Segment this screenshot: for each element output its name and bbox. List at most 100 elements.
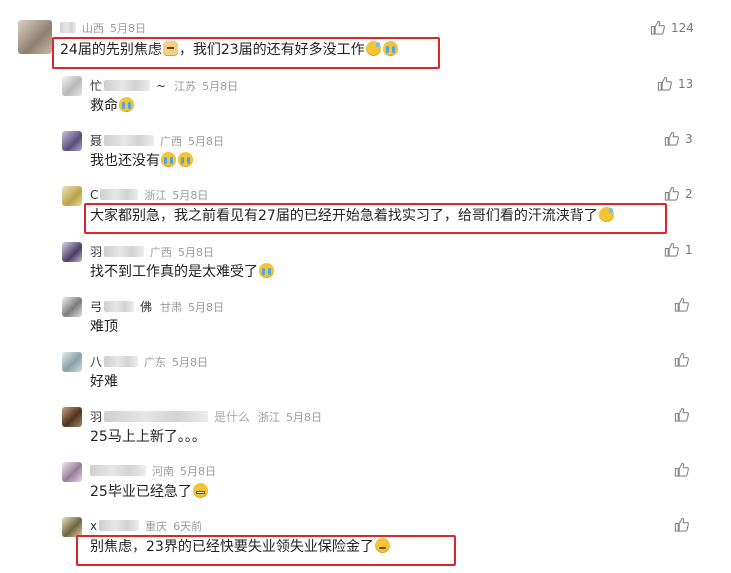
comment-location: 河南 [152, 465, 174, 478]
avatar[interactable] [62, 186, 82, 206]
like-count: 124 [671, 20, 694, 35]
comment-location: 浙江 [258, 411, 281, 424]
like-button[interactable]: 3 [664, 131, 693, 146]
comment-date: 5月8日 [178, 246, 215, 259]
username[interactable]: 忙 [90, 79, 102, 93]
highlight-box [84, 203, 667, 234]
username-redacted[interactable] [104, 356, 139, 367]
comment-text: 25马上上新了。。。 [90, 429, 206, 445]
crying-emoji-icon [119, 97, 134, 112]
thumbs-up-icon [674, 407, 689, 422]
like-button[interactable] [674, 297, 689, 312]
comment-meta: C 浙江 5月8日 [90, 187, 208, 203]
username-suffix: 佛 [140, 300, 153, 314]
username-redacted[interactable] [104, 80, 151, 91]
like-button[interactable]: 1 [664, 242, 693, 257]
crying-emoji-icon [178, 152, 193, 167]
username-redacted[interactable] [99, 520, 140, 531]
avatar[interactable] [62, 517, 82, 537]
username-redacted[interactable] [104, 246, 145, 257]
like-button[interactable]: 13 [657, 76, 693, 91]
username-redacted[interactable] [104, 301, 135, 312]
comment-meta: 羽 是什么 浙江 5月8日 [90, 408, 322, 425]
username-redacted[interactable] [90, 465, 146, 476]
like-button[interactable] [674, 407, 689, 422]
avatar[interactable] [62, 297, 82, 317]
avatar[interactable] [62, 462, 82, 482]
comment-meta: 羽 广西 5月8日 [90, 243, 214, 260]
highlight-box [76, 535, 456, 566]
comment-location: 广东 [144, 356, 167, 369]
comment-location: 甘肃 [160, 301, 183, 314]
avatar[interactable] [62, 76, 82, 96]
comment-meta: 河南 5月8日 [90, 463, 216, 479]
username[interactable]: 羽 [90, 410, 102, 424]
like-count: 2 [685, 186, 693, 201]
crying-emoji-icon [259, 263, 274, 278]
thumbs-up-icon [674, 297, 689, 312]
highlight-box [52, 37, 440, 69]
username[interactable]: 弓 [90, 300, 102, 314]
comment-meta: x 重庆 6天前 [90, 518, 202, 534]
like-button[interactable] [674, 352, 689, 367]
thumbs-up-icon [657, 76, 672, 91]
like-count: 3 [685, 131, 693, 146]
avatar[interactable] [62, 131, 82, 151]
like-button[interactable]: 2 [664, 186, 693, 201]
comment-meta: 忙 ~ 江苏 5月8日 [90, 77, 238, 94]
username[interactable]: C [90, 188, 98, 202]
username[interactable]: x [90, 519, 97, 533]
username-redacted[interactable] [100, 189, 139, 200]
comment-date: 5月8日 [286, 411, 323, 424]
thumbs-up-icon [674, 352, 689, 367]
username[interactable]: 羽 [90, 245, 102, 259]
thumbs-up-icon [674, 517, 689, 532]
thumbs-up-icon [664, 131, 679, 146]
comment-meta: 山西 5月8日 [60, 20, 146, 36]
comment-text: 救命 [90, 96, 135, 116]
like-button[interactable] [674, 462, 689, 477]
like-count: 1 [685, 242, 693, 257]
comment-location: 江苏 [174, 80, 197, 93]
comment-date: 6天前 [173, 520, 203, 533]
crying-emoji-icon [161, 152, 176, 167]
username-redacted[interactable] [60, 22, 76, 33]
comment-text: 难顶 [90, 319, 118, 335]
username-redacted[interactable] [104, 411, 209, 422]
username[interactable]: 聂 [90, 134, 102, 148]
username-redacted[interactable] [104, 135, 155, 146]
username[interactable]: 八 [90, 355, 102, 369]
avatar[interactable] [62, 352, 82, 372]
thumbs-up-icon [664, 186, 679, 201]
comment-date: 5月8日 [172, 356, 209, 369]
avatar[interactable] [62, 242, 82, 262]
thumbs-up-icon [650, 20, 665, 35]
comment-location: 重庆 [145, 520, 168, 533]
comment-date: 5月8日 [188, 135, 225, 148]
like-button[interactable]: 124 [650, 20, 694, 35]
comment-meta: 弓 佛甘肃 5月8日 [90, 298, 224, 315]
comment-text: 我也还没有 [90, 151, 194, 171]
comment-date: 5月8日 [180, 465, 216, 478]
username-suffix: 是什么 [214, 410, 251, 424]
username-suffix: ~ [156, 79, 167, 93]
comment-location: 广西 [150, 246, 173, 259]
thumbs-up-icon [674, 462, 689, 477]
like-count: 13 [678, 76, 694, 91]
comment-text: 找不到工作真的是太难受了 [90, 262, 275, 282]
comment-text: 25毕业已经急了 [90, 482, 209, 502]
comment-date: 5月8日 [188, 301, 225, 314]
comment-date: 5月8日 [202, 80, 239, 93]
thumbs-up-icon [664, 242, 679, 257]
avatar[interactable] [62, 407, 82, 427]
avatar[interactable] [18, 20, 52, 54]
comment-meta: 八 广东 5月8日 [90, 353, 208, 370]
comment-date: 5月8日 [110, 22, 146, 35]
like-button[interactable] [674, 517, 689, 532]
comment-location: 广西 [160, 135, 183, 148]
comment-date: 5月8日 [172, 189, 209, 202]
comment-meta: 聂 广西 5月8日 [90, 132, 224, 149]
grimace-emoji-icon [192, 483, 208, 498]
comment-location: 浙江 [144, 189, 167, 202]
comment-location: 山西 [82, 22, 104, 35]
